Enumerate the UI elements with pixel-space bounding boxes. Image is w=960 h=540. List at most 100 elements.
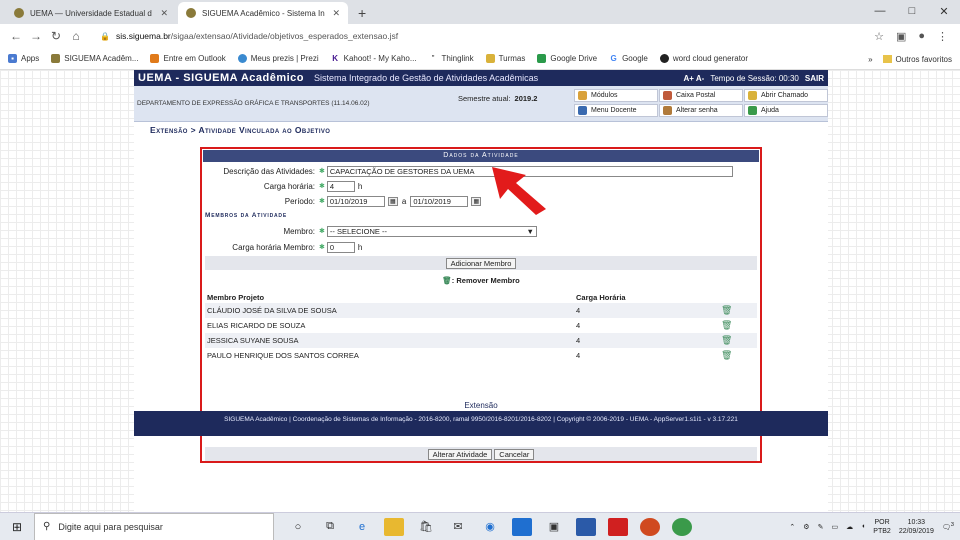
- network-icon[interactable]: ⚙: [803, 523, 809, 531]
- extension-link[interactable]: Extensão: [134, 401, 828, 410]
- workload-input[interactable]: 4: [326, 180, 355, 192]
- calendar-icon[interactable]: ▦: [471, 196, 482, 206]
- change-password-button[interactable]: Alterar senha: [659, 104, 743, 117]
- font-size-controls[interactable]: A+ A-: [684, 74, 705, 83]
- task-view-icon[interactable]: ⧉: [320, 518, 340, 536]
- bookmark-outlook[interactable]: Entre em Outlook: [150, 54, 226, 63]
- browser-tab-uema[interactable]: UEMA — Universidade Estadual d ✕: [6, 2, 176, 24]
- calendar-icon[interactable]: ▦: [387, 196, 398, 206]
- bookmarks-more-button[interactable]: »: [868, 55, 872, 64]
- open-ticket-button[interactable]: Abrir Chamado: [744, 89, 828, 102]
- back-arrow-icon[interactable]: ←: [6, 29, 26, 43]
- home-icon[interactable]: ⌂: [66, 29, 86, 43]
- mailbox-button[interactable]: Caixa Postal: [659, 89, 743, 102]
- remove-member-trash-icon[interactable]: 🗑: [721, 335, 741, 346]
- browser-tab-siguema[interactable]: SIGUEMA Acadêmico - Sistema In ✕: [178, 2, 348, 24]
- required-icon: ✱: [319, 168, 325, 175]
- hours-column-header: Carga Horária: [576, 293, 626, 302]
- new-tab-button[interactable]: +: [350, 5, 374, 24]
- forward-arrow-icon[interactable]: →: [26, 29, 46, 43]
- pen-icon[interactable]: ✎: [818, 523, 824, 531]
- url-path: /sigaa/extensao/Atividade/objetivos_espe…: [170, 31, 399, 41]
- search-icon: ⚲: [43, 521, 51, 532]
- bookmark-google[interactable]: G Google: [609, 54, 648, 63]
- folder-icon: [882, 55, 892, 63]
- teacher-menu-button[interactable]: Menu Docente: [574, 104, 658, 117]
- bookmarks-right: » Outros favoritos: [868, 48, 952, 70]
- form-actions: Alterar Atividade Cancelar: [205, 447, 757, 461]
- url-field[interactable]: 🔒 sis.siguema.br /sigaa/extensao/Ativida…: [94, 27, 866, 45]
- help-button[interactable]: Ajuda: [744, 104, 828, 117]
- taskbar-search[interactable]: ⚲ Digite aqui para pesquisar: [34, 512, 274, 540]
- close-tab-icon[interactable]: ✕: [332, 8, 340, 19]
- siguema-subtitle: Sistema Integrado de Gestão de Atividade…: [314, 73, 539, 83]
- cancel-button[interactable]: Cancelar: [494, 448, 535, 460]
- remove-member-trash-icon[interactable]: 🗑: [721, 320, 741, 331]
- member-column-header: Membro Projeto: [207, 293, 265, 302]
- save-activity-button[interactable]: Alterar Atividade: [427, 448, 493, 460]
- edge-icon[interactable]: e: [352, 518, 372, 536]
- apps-grid-icon: ▪: [8, 54, 17, 63]
- bookmark-siguema[interactable]: SIGUEMA Acadêm...: [51, 54, 138, 63]
- required-icon: ✱: [319, 198, 325, 205]
- siguema-brand[interactable]: UEMA - SIGUEMA Acadêmico: [138, 72, 304, 84]
- file-explorer-icon[interactable]: [384, 517, 404, 536]
- header-right: A+ A- Tempo de Sessão: 00:30 SAIR: [684, 74, 824, 83]
- tab-title: UEMA — Universidade Estadual d: [30, 8, 152, 18]
- word-icon[interactable]: [576, 517, 596, 536]
- member-select[interactable]: -- SELECIONE -- ▼: [326, 225, 537, 237]
- outlook-icon[interactable]: [512, 517, 532, 536]
- table-row: JESSICA SUYANE SOUSA 4 🗑: [205, 333, 757, 348]
- bookmark-google-drive[interactable]: Google Drive: [537, 54, 597, 63]
- siguema-favicon-icon: [186, 8, 196, 18]
- bookmark-prezi[interactable]: Meus prezis | Prezi: [237, 54, 319, 63]
- battery-icon[interactable]: ▭: [831, 523, 838, 531]
- bookmark-kahoot[interactable]: K Kahoot! - My Kaho...: [330, 54, 417, 63]
- modules-button[interactable]: Módulos: [574, 89, 658, 102]
- period-start-input[interactable]: 01/10/2019: [326, 195, 385, 207]
- cortana-icon[interactable]: ○: [288, 518, 308, 536]
- table-row: ELIAS RICARDO DE SOUZA 4 🗑: [205, 318, 757, 333]
- bookmark-word-cloud[interactable]: word cloud generator: [659, 54, 748, 63]
- language-indicator[interactable]: POR PTB2: [873, 518, 891, 536]
- browser-tabbar: UEMA — Universidade Estadual d ✕ SIGUEMA…: [0, 0, 960, 24]
- mail-icon[interactable]: ✉: [448, 518, 468, 536]
- notification-center-icon[interactable]: 🗨3: [942, 522, 954, 531]
- modules-icon: [578, 91, 587, 100]
- minimize-button[interactable]: —: [864, 0, 896, 22]
- store-icon[interactable]: 🛍: [416, 518, 436, 536]
- clock[interactable]: 10:33 22/09/2019: [899, 518, 934, 536]
- tray-chevron-icon[interactable]: ⌃: [789, 523, 795, 531]
- windows-start-icon[interactable]: ⊞: [0, 520, 34, 534]
- volume-icon[interactable]: ◖: [861, 523, 865, 530]
- maximize-button[interactable]: □: [896, 0, 928, 22]
- pdf-icon[interactable]: [608, 517, 628, 536]
- powerpoint-icon[interactable]: [640, 517, 660, 536]
- workload-label: Carga horária:: [263, 181, 315, 191]
- member-name: CLÁUDIO JOSÉ DA SILVA DE SOUSA: [207, 306, 337, 315]
- profile-avatar-icon[interactable]: ●: [918, 30, 925, 43]
- logout-link[interactable]: SAIR: [805, 74, 824, 83]
- star-bookmark-icon[interactable]: ☆: [874, 30, 884, 43]
- bookmark-thinglink[interactable]: " Thinglink: [428, 54, 474, 63]
- info-bar: DEPARTAMENTO DE EXPRESSÃO GRÁFICA E TRAN…: [134, 86, 828, 122]
- bookmark-apps[interactable]: ▪ Apps: [8, 54, 39, 63]
- close-tab-icon[interactable]: ✕: [160, 8, 168, 19]
- close-window-button[interactable]: ✕: [928, 0, 960, 22]
- reload-icon[interactable]: ↻: [46, 29, 66, 43]
- extension-icon[interactable]: ▣: [896, 30, 906, 43]
- search-app-icon[interactable]: ◉: [480, 518, 500, 536]
- table-row: CLÁUDIO JOSÉ DA SILVA DE SOUSA 4 🗑: [205, 303, 757, 318]
- screen: UEMA — Universidade Estadual d ✕ SIGUEMA…: [0, 0, 960, 540]
- bookmark-turmas[interactable]: Turmas: [485, 54, 525, 63]
- add-member-button[interactable]: Adicionar Membro: [445, 257, 517, 269]
- period-end-input[interactable]: 01/10/2019: [410, 195, 469, 207]
- member-workload-input[interactable]: 0: [326, 241, 355, 253]
- menu-kebab-icon[interactable]: ⋮: [937, 30, 948, 43]
- chrome-icon[interactable]: [672, 517, 692, 536]
- remove-member-trash-icon[interactable]: 🗑: [721, 350, 741, 361]
- remove-member-trash-icon[interactable]: 🗑: [721, 305, 741, 316]
- other-favorites-folder[interactable]: Outros favoritos: [882, 55, 952, 64]
- cloud-tray-icon[interactable]: ☁: [846, 523, 853, 531]
- app-icon[interactable]: ▣: [544, 518, 564, 536]
